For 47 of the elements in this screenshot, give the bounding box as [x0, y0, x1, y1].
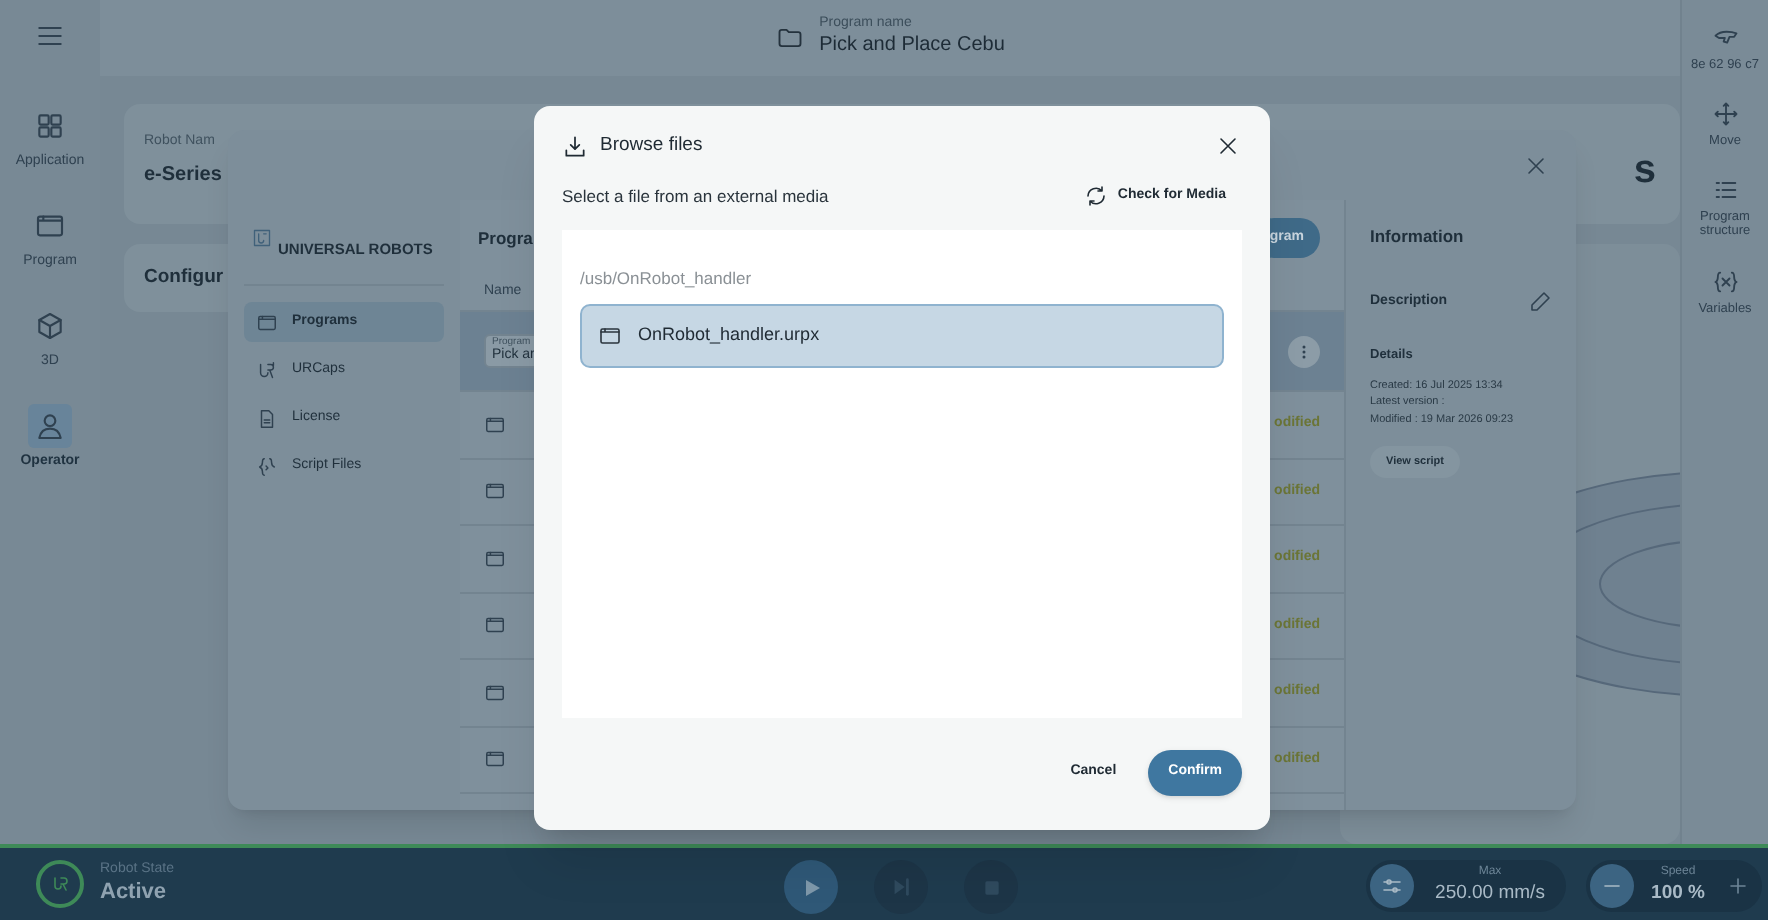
logo-icon	[252, 228, 272, 248]
program-name: Pick and Place Cebu	[819, 34, 1005, 60]
robot-state: Active	[100, 879, 169, 907]
close-icon	[1524, 153, 1548, 177]
speed-value: 100 %	[1651, 881, 1705, 906]
file-icon	[484, 480, 506, 503]
download-icon	[562, 133, 588, 159]
configuration-title: Configur	[144, 263, 224, 292]
plus-icon	[1726, 874, 1750, 898]
dialog-subtitle: Select a file from an external media	[562, 183, 829, 209]
file-icon	[484, 614, 506, 637]
robot-name: e-Series	[144, 161, 222, 189]
grid-icon	[34, 110, 66, 142]
file-icon	[484, 681, 506, 704]
move-arrows-icon	[1711, 100, 1739, 129]
folder-path: /usb/OnRobot_handler	[580, 266, 754, 292]
person-icon	[34, 410, 66, 442]
refresh-icon	[1083, 184, 1108, 208]
close-button[interactable]	[1214, 132, 1242, 160]
file-row[interactable]: OnRobot_handler.urpx	[580, 303, 1224, 368]
file-icon	[484, 413, 506, 436]
stop-icon	[981, 877, 1001, 897]
close-icon	[1216, 134, 1240, 158]
play-button[interactable]	[784, 860, 838, 914]
window-icon	[256, 311, 278, 333]
max-speed-value: 250.00 mm/s	[1435, 881, 1545, 906]
settings-button[interactable]	[1370, 864, 1414, 908]
file-icon	[484, 748, 506, 771]
sliders-icon	[1380, 874, 1404, 898]
pencil-icon	[1528, 289, 1552, 314]
decrease-button[interactable]	[1590, 864, 1634, 908]
ur-icon	[48, 872, 72, 896]
skip-icon	[890, 876, 912, 898]
document-icon	[256, 407, 278, 429]
info-title: Information	[1370, 224, 1466, 250]
page-title: s	[1633, 146, 1656, 196]
dialog-title: Browse files	[600, 131, 703, 160]
cube-icon	[34, 310, 66, 342]
file-icon	[484, 547, 506, 570]
code-braces-icon	[256, 455, 278, 477]
edit-button[interactable]	[1528, 289, 1552, 314]
window-icon	[34, 210, 66, 242]
folder-icon	[775, 24, 804, 52]
braces-x-icon	[1711, 267, 1739, 296]
file-icon	[598, 323, 622, 348]
ur-icon	[256, 359, 278, 381]
list-heading: Progra	[478, 225, 533, 251]
